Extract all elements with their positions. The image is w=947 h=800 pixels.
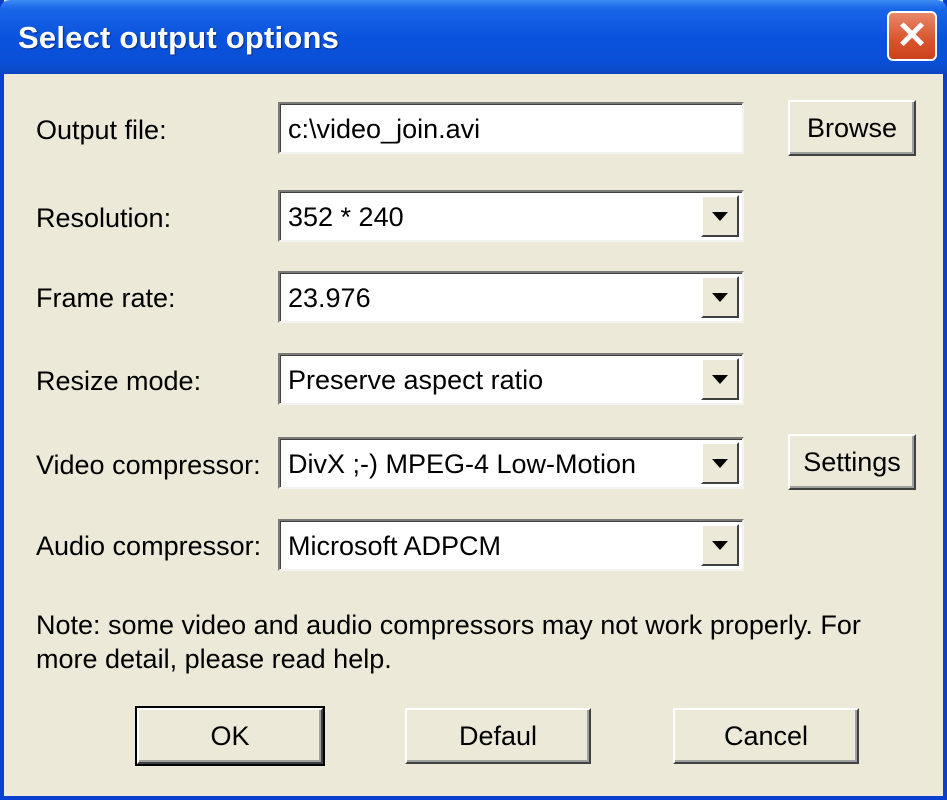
compressor-note: Note: some video and audio compressors m… [36, 610, 861, 674]
resolution-dropdown-button[interactable] [701, 195, 739, 237]
output-file-input[interactable]: c:\video_join.avi [278, 102, 744, 154]
output-file-value: c:\video_join.avi [288, 114, 481, 144]
chevron-down-icon [712, 374, 728, 384]
window-title: Select output options [18, 20, 340, 55]
frame-rate-label: Frame rate: [36, 283, 176, 313]
frame-rate-value: 23.976 [288, 283, 371, 313]
resolution-select[interactable]: 352 * 240 [278, 190, 744, 242]
video-compressor-dropdown-button[interactable] [701, 442, 739, 484]
chevron-down-icon [712, 211, 728, 221]
close-icon: ✕ [896, 15, 928, 57]
audio-compressor-value: Microsoft ADPCM [288, 531, 502, 561]
chevron-down-icon [712, 540, 728, 550]
frame-rate-select[interactable]: 23.976 [278, 271, 744, 323]
resolution-value: 352 * 240 [288, 202, 404, 232]
audio-compressor-select[interactable]: Microsoft ADPCM [278, 519, 744, 571]
dialog-window: Select output options ✕ Output file: c:\… [0, 0, 947, 800]
default-button[interactable]: Defaul [405, 708, 591, 764]
chevron-down-icon [712, 292, 728, 302]
resize-mode-dropdown-button[interactable] [701, 358, 739, 400]
browse-button[interactable]: Browse [788, 100, 916, 156]
video-compressor-value: DivX ;-) MPEG-4 Low-Motion [288, 449, 637, 479]
ok-button[interactable]: OK [135, 706, 325, 766]
video-compressor-select[interactable]: DivX ;-) MPEG-4 Low-Motion [278, 437, 744, 489]
resize-mode-label: Resize mode: [36, 366, 202, 396]
close-button[interactable]: ✕ [887, 11, 937, 61]
cancel-button[interactable]: Cancel [673, 708, 859, 764]
frame-rate-dropdown-button[interactable] [701, 276, 739, 318]
resize-mode-select[interactable]: Preserve aspect ratio [278, 353, 744, 405]
title-bar[interactable]: Select output options ✕ [0, 0, 947, 74]
chevron-down-icon [712, 458, 728, 468]
settings-button[interactable]: Settings [788, 434, 916, 490]
audio-compressor-dropdown-button[interactable] [701, 524, 739, 566]
resolution-label: Resolution: [36, 203, 172, 233]
resize-mode-value: Preserve aspect ratio [288, 365, 544, 395]
video-compressor-label: Video compressor: [36, 450, 261, 480]
output-file-label: Output file: [36, 115, 167, 145]
audio-compressor-label: Audio compressor: [36, 531, 262, 561]
